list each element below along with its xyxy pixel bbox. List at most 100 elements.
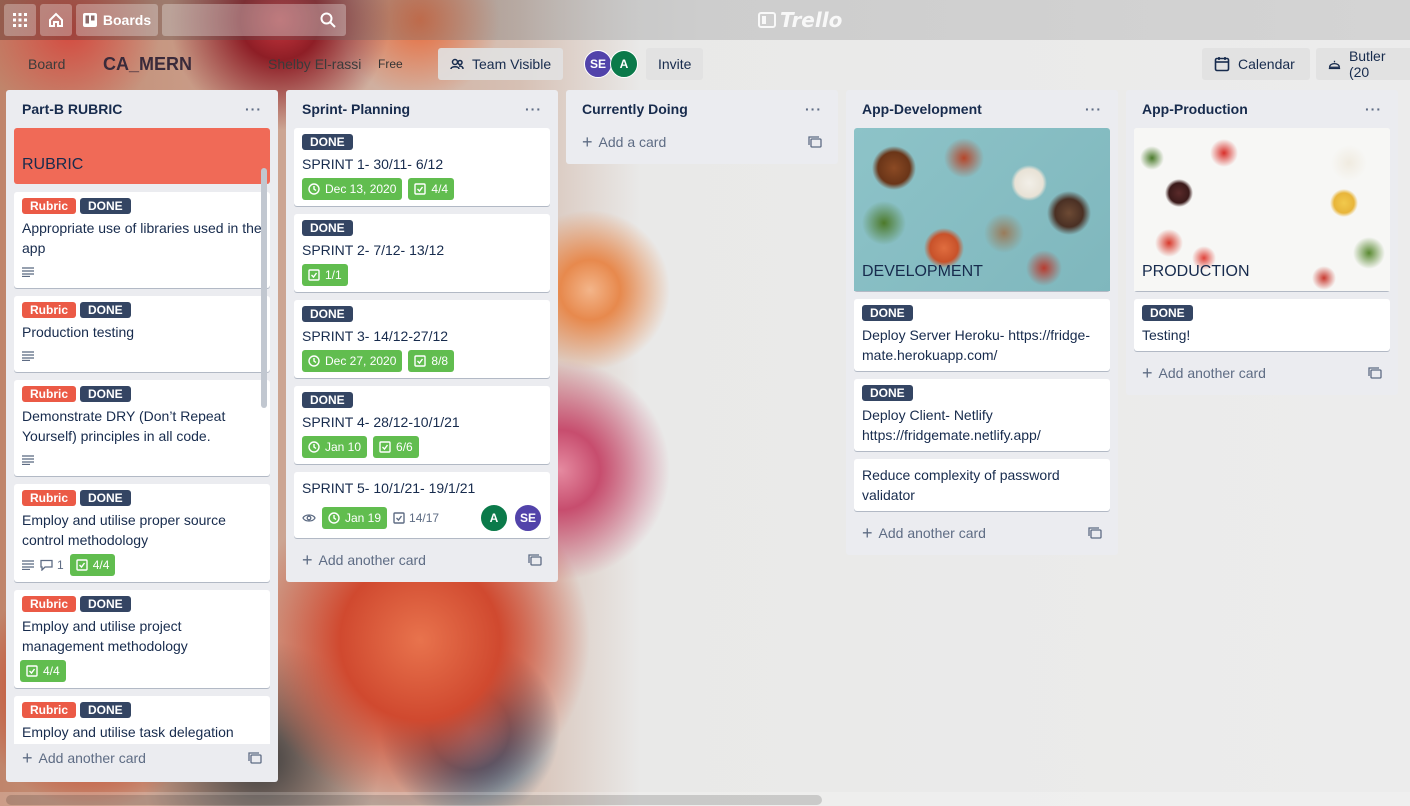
trello-logo-text: Trello	[780, 8, 843, 32]
description-icon	[22, 351, 34, 361]
label-done[interactable]: DONE	[80, 702, 131, 718]
list-title[interactable]: App-Development	[862, 101, 982, 117]
card-title: DEVELOPMENT	[862, 263, 983, 280]
card[interactable]: DONE SPRINT 3- 14/12-27/12 Dec 27, 2020 …	[294, 300, 550, 378]
add-card-button[interactable]: + Add a card	[574, 128, 830, 156]
due-date-badge[interactable]: Dec 27, 2020	[302, 350, 403, 372]
card-title: Production testing	[22, 324, 135, 340]
more-dots-icon[interactable]: ···	[525, 101, 542, 117]
label-rubric[interactable]: Rubric	[22, 490, 77, 506]
clock-icon	[308, 183, 320, 195]
label-done[interactable]: DONE	[80, 198, 131, 214]
label-done[interactable]: DONE	[80, 302, 131, 318]
label-done[interactable]: DONE	[1142, 305, 1193, 321]
card-template-icon[interactable]	[808, 136, 822, 148]
card[interactable]: Rubric DONE Employ and utilise project m…	[14, 590, 270, 688]
due-date-badge[interactable]: Jan 10	[302, 436, 368, 458]
label-done[interactable]: DONE	[302, 392, 353, 408]
team-name[interactable]: Shelby El-rassi	[268, 48, 361, 80]
avatar[interactable]: SE	[514, 504, 542, 532]
card-title: Reduce complexity of password validator	[862, 467, 1060, 503]
list-title[interactable]: Currently Doing	[582, 101, 688, 117]
more-dots-icon[interactable]: ···	[1365, 101, 1382, 117]
avatar[interactable]: A	[480, 504, 508, 532]
card-template-icon[interactable]	[248, 752, 262, 764]
trello-logo[interactable]: Trello	[758, 8, 842, 32]
list-header[interactable]: App-Development ···	[854, 90, 1110, 128]
scrollbar-thumb[interactable]	[6, 795, 822, 805]
more-dots-icon[interactable]: ···	[1085, 101, 1102, 117]
label-done[interactable]: DONE	[862, 385, 913, 401]
invite-button[interactable]: Invite	[646, 48, 704, 80]
card[interactable]: DONE SPRINT 4- 28/12-10/1/21 Jan 10 6/6	[294, 386, 550, 464]
checklist-badge: 6/6	[373, 436, 419, 458]
board-horizontal-scrollbar[interactable]	[0, 792, 1410, 806]
card[interactable]: Rubric DONE Demonstrate DRY (Don’t Repea…	[14, 380, 270, 476]
checklist-icon	[379, 441, 391, 453]
card[interactable]: DONE SPRINT 1- 30/11- 6/12 Dec 13, 2020 …	[294, 128, 550, 206]
calendar-button[interactable]: Calendar	[1202, 48, 1310, 80]
due-date-badge[interactable]: Dec 13, 2020	[302, 178, 403, 200]
checklist-badge: 1/1	[302, 264, 348, 286]
card[interactable]: Rubric DONE Employ and utilise task dele…	[14, 696, 270, 744]
label-rubric[interactable]: Rubric	[22, 302, 77, 318]
list-header[interactable]: Currently Doing ···	[574, 90, 830, 128]
add-card-button[interactable]: + Add another card	[1134, 359, 1390, 387]
add-card-button[interactable]: + Add another card	[14, 744, 270, 772]
list-part-b-rubric: Part-B RUBRIC ··· RUBRIC Rubric DONE App…	[6, 90, 278, 782]
due-date-badge[interactable]: Jan 19	[322, 507, 388, 529]
home-button[interactable]	[40, 4, 72, 36]
card[interactable]: SPRINT 5- 10/1/21- 19/1/21 Jan 19 14/17 …	[294, 472, 550, 538]
label-done[interactable]: DONE	[80, 596, 131, 612]
more-dots-icon[interactable]: ···	[245, 101, 262, 117]
more-dots-icon[interactable]: ···	[805, 101, 822, 117]
card-cover-production[interactable]: PRODUCTION	[1134, 128, 1390, 291]
board-view-switcher[interactable]: Board	[28, 48, 65, 80]
list-scrollbar[interactable]	[261, 168, 267, 408]
card-title: PRODUCTION	[1142, 263, 1250, 280]
butler-button[interactable]: Butler (20	[1316, 48, 1410, 80]
card-template-icon[interactable]	[528, 554, 542, 566]
label-done[interactable]: DONE	[862, 305, 913, 321]
label-done[interactable]: DONE	[302, 134, 353, 150]
label-rubric[interactable]: Rubric	[22, 386, 77, 402]
avatar[interactable]: A	[610, 50, 638, 78]
card[interactable]: DONE Testing!	[1134, 299, 1390, 351]
card[interactable]: DONE Deploy Server Heroku- https://fridg…	[854, 299, 1110, 371]
description-icon	[22, 560, 34, 570]
card-template-icon[interactable]	[1088, 527, 1102, 539]
label-done[interactable]: DONE	[80, 490, 131, 506]
card[interactable]: Reduce complexity of password validator	[854, 459, 1110, 511]
boards-button[interactable]: Boards	[76, 4, 158, 36]
card-cover-development[interactable]: DEVELOPMENT	[854, 128, 1110, 291]
card-template-icon[interactable]	[1368, 367, 1382, 379]
checklist-icon	[75, 559, 88, 571]
card[interactable]: Rubric DONE Appropriate use of libraries…	[14, 192, 270, 288]
card-cover-rubric[interactable]: RUBRIC	[14, 128, 270, 184]
list-header[interactable]: App-Production ···	[1134, 90, 1390, 128]
label-rubric[interactable]: Rubric	[22, 198, 77, 214]
card[interactable]: Rubric DONE Employ and utilise proper so…	[14, 484, 270, 582]
card[interactable]: DONE SPRINT 2- 7/12- 13/12 1/1	[294, 214, 550, 292]
board-title[interactable]: CA_MERN	[103, 48, 192, 80]
add-card-button[interactable]: + Add another card	[854, 519, 1110, 547]
label-rubric[interactable]: Rubric	[22, 702, 77, 718]
apps-button[interactable]	[4, 4, 36, 36]
label-done[interactable]: DONE	[80, 386, 131, 402]
add-card-label: Add a card	[598, 134, 667, 150]
search-input[interactable]	[162, 4, 346, 36]
list-title[interactable]: App-Production	[1142, 101, 1248, 117]
list-title[interactable]: Sprint- Planning	[302, 101, 410, 117]
visibility-button[interactable]: Team Visible	[438, 48, 564, 80]
list-header[interactable]: Part-B RUBRIC ···	[14, 90, 270, 128]
label-rubric[interactable]: Rubric	[22, 596, 77, 612]
card[interactable]: DONE Deploy Client- Netlify https://frid…	[854, 379, 1110, 451]
label-done[interactable]: DONE	[302, 306, 353, 322]
add-card-button[interactable]: + Add another card	[294, 546, 550, 574]
list-title[interactable]: Part-B RUBRIC	[22, 101, 122, 117]
label-done[interactable]: DONE	[302, 220, 353, 236]
card[interactable]: Rubric DONE Production testing	[14, 296, 270, 372]
checklist-icon	[26, 665, 38, 677]
avatar[interactable]: SE	[584, 50, 612, 78]
list-header[interactable]: Sprint- Planning ···	[294, 90, 550, 128]
